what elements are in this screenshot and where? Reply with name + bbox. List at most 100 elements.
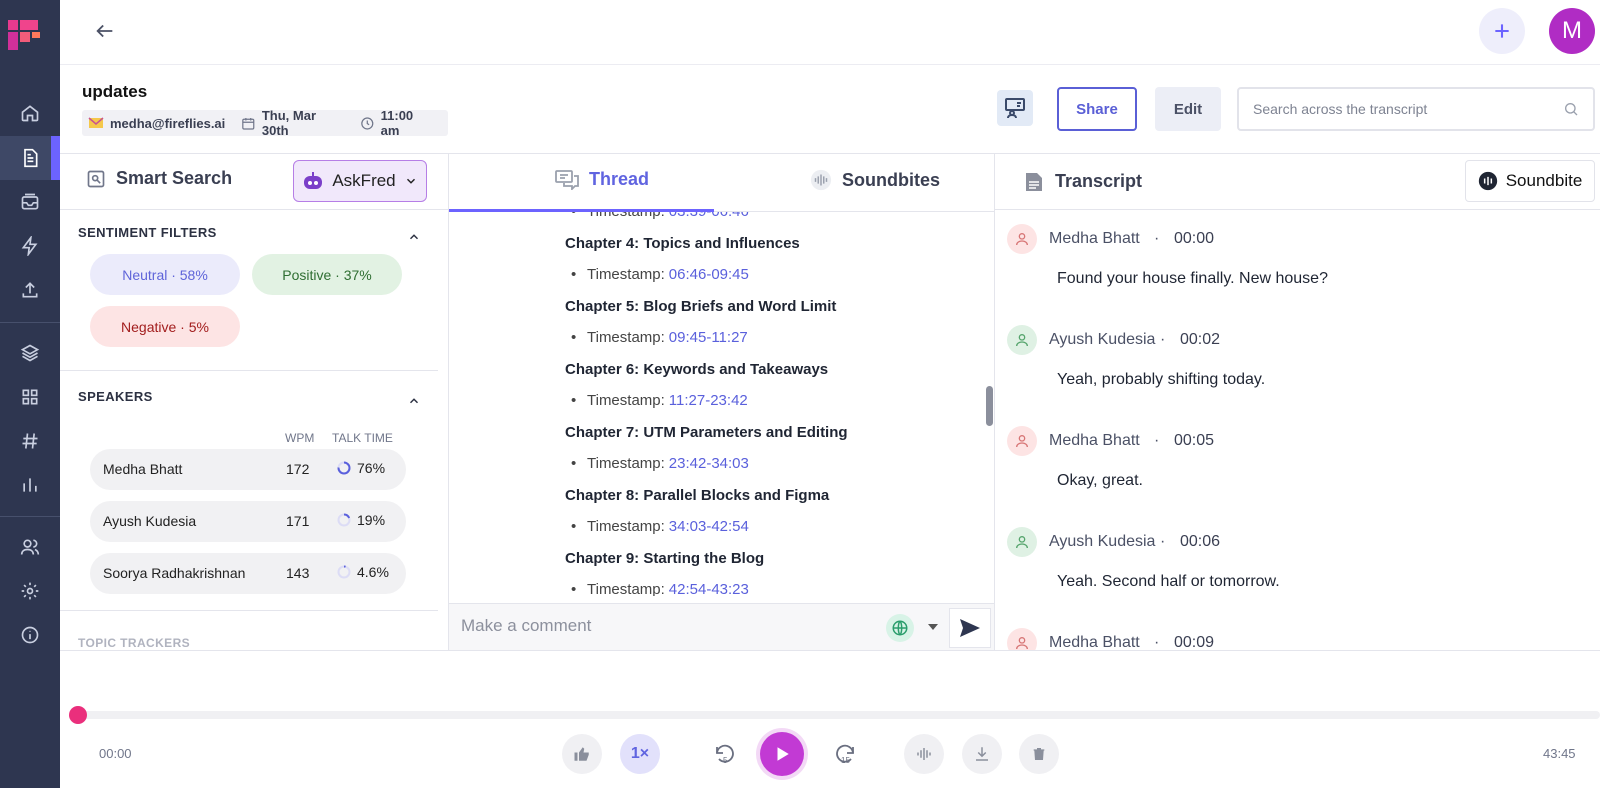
- send-icon: [960, 619, 980, 637]
- speaker-row[interactable]: Medha Bhatt 172 76%: [90, 449, 406, 490]
- speaker-name[interactable]: Medha Bhatt: [1049, 634, 1140, 650]
- nav-info[interactable]: [0, 613, 60, 657]
- fireflies-logo[interactable]: [6, 16, 46, 56]
- playback-speed-button[interactable]: 1×: [620, 734, 660, 774]
- bar-chart-icon: [23, 478, 37, 492]
- visibility-button[interactable]: [886, 614, 914, 642]
- timestamp-link[interactable]: 11:27-23:42: [669, 392, 748, 416]
- utterance-time[interactable]: 00:06: [1180, 533, 1220, 551]
- nav-integrations[interactable]: [0, 224, 60, 268]
- scrollbar-thumb[interactable]: [986, 386, 993, 426]
- share-button[interactable]: Share: [1057, 87, 1137, 131]
- sentiment-negative[interactable]: Negative · 5%: [90, 306, 240, 347]
- timestamp-link[interactable]: 23:42-34:03: [669, 455, 749, 479]
- nav-upload[interactable]: [0, 268, 60, 312]
- soundbite-button[interactable]: Soundbite: [1465, 160, 1595, 202]
- nav-settings[interactable]: [0, 569, 60, 613]
- speaker-name[interactable]: Medha Bhatt: [1049, 230, 1140, 248]
- soundbite-label: Soundbite: [1505, 171, 1583, 190]
- grid-icon: [22, 389, 38, 405]
- chevron-down-icon: [406, 178, 415, 184]
- nav-rail: [0, 0, 60, 788]
- play-button[interactable]: [760, 732, 804, 776]
- utterance-time[interactable]: 00:05: [1174, 432, 1214, 450]
- speaker-name[interactable]: Ayush Kudesia: [1049, 331, 1155, 349]
- speaker-wpm: 172: [286, 461, 310, 477]
- chapter-timestamp: • Timestamp: 11:27-23:42: [449, 385, 979, 416]
- nav-playlists[interactable]: [0, 331, 60, 375]
- nav-team[interactable]: [0, 525, 60, 569]
- talk-time-ring-icon: [337, 513, 351, 527]
- askfred-dropdown[interactable]: AskFred: [293, 160, 427, 202]
- waveform-button[interactable]: [904, 734, 944, 774]
- smart-search-tab[interactable]: Smart Search: [86, 168, 232, 189]
- speaker-avatar-icon: [1007, 325, 1037, 355]
- separator-dot: ·: [1160, 533, 1166, 550]
- speaker-avatar-icon: [1007, 527, 1037, 557]
- timestamp-link[interactable]: 03:39-06:46: [669, 212, 749, 227]
- speakers-title: SPEAKERS: [78, 389, 153, 404]
- download-button[interactable]: [962, 734, 1002, 774]
- back-button[interactable]: [94, 20, 120, 42]
- nav-meetings[interactable]: [0, 136, 60, 180]
- user-avatar[interactable]: M: [1549, 8, 1595, 54]
- chevron-up-icon[interactable]: [407, 230, 421, 244]
- nav-inbox[interactable]: [0, 180, 60, 224]
- speaker-view-button[interactable]: [997, 90, 1033, 126]
- separator-dot: ·: [1160, 331, 1166, 348]
- speaker-name[interactable]: Ayush Kudesia: [1049, 533, 1155, 551]
- talk-time-ring-icon: [337, 461, 351, 475]
- chapter-title: Chapter 7: UTM Parameters and Editing: [565, 424, 848, 441]
- timestamp-link[interactable]: 42:54-43:23: [669, 581, 749, 596]
- progress-scrubber[interactable]: [69, 706, 87, 724]
- utterance-time[interactable]: 00:09: [1174, 634, 1214, 650]
- talk-time-value: 76%: [357, 460, 386, 476]
- section-divider: [60, 610, 438, 611]
- comment-input[interactable]: [461, 616, 861, 636]
- timestamp-link[interactable]: 09:45-11:27: [669, 329, 748, 353]
- utterance-text: Okay, great.: [1057, 472, 1143, 489]
- left-panel: Smart Search AskFred SENTIMENT FILTERS N…: [60, 154, 448, 650]
- transcript-search-input[interactable]: [1253, 101, 1563, 117]
- utterance-time[interactable]: 00:02: [1180, 331, 1220, 349]
- nav-analytics[interactable]: [0, 463, 60, 507]
- delete-button[interactable]: [1019, 734, 1059, 774]
- nav-channels[interactable]: [0, 419, 60, 463]
- soundbite-icon: [1478, 171, 1497, 191]
- trash-icon: [1033, 748, 1045, 760]
- meeting-meta: medha@fireflies.ai Thu, Mar 30th 11:00 a…: [82, 108, 448, 138]
- timestamp-link[interactable]: 34:03-42:54: [669, 518, 749, 542]
- tab-soundbites[interactable]: Soundbites: [810, 169, 940, 191]
- progress-track[interactable]: [78, 711, 1600, 719]
- send-comment-button[interactable]: [949, 608, 991, 648]
- sentiment-neutral[interactable]: Neutral · 58%: [90, 254, 240, 295]
- rewind-button[interactable]: 5: [705, 734, 745, 774]
- sentiment-filters-title: SENTIMENT FILTERS: [78, 225, 217, 240]
- speaker-row[interactable]: Soorya Radhakrishnan 143 4.6%: [90, 553, 406, 594]
- timestamp-link[interactable]: 06:46-09:45: [669, 266, 749, 290]
- rewind-5-icon: 5: [716, 744, 734, 765]
- speaker-name[interactable]: Medha Bhatt: [1049, 432, 1140, 450]
- speaker-row[interactable]: Ayush Kudesia 171 19%: [90, 501, 406, 542]
- tab-thread[interactable]: Thread: [555, 169, 649, 190]
- speaker-name: Medha Bhatt: [103, 461, 183, 477]
- nav-home[interactable]: [0, 91, 60, 135]
- caret-down-icon[interactable]: [927, 622, 939, 632]
- meeting-title: updates: [82, 82, 148, 101]
- chevron-up-icon[interactable]: [407, 394, 421, 408]
- edit-button[interactable]: Edit: [1155, 87, 1221, 131]
- create-button[interactable]: [1479, 8, 1525, 54]
- nav-apps[interactable]: [0, 375, 60, 419]
- document-icon: [1026, 172, 1042, 191]
- transcript-header: Transcript Soundbite: [995, 154, 1600, 210]
- utterance-time[interactable]: 00:00: [1174, 230, 1214, 248]
- forward-button[interactable]: 15: [825, 734, 865, 774]
- upload-icon: [22, 282, 38, 298]
- sentiment-positive[interactable]: Positive · 37%: [252, 254, 402, 295]
- like-button[interactable]: [562, 734, 602, 774]
- search-icon[interactable]: [1563, 101, 1579, 117]
- speaker-avatar-icon: [1007, 224, 1037, 254]
- wpm-header: WPM: [285, 431, 315, 445]
- tab-soundbites-label: Soundbites: [842, 169, 940, 190]
- chapter-timestamp: • Timestamp: 34:03-42:54: [449, 511, 979, 542]
